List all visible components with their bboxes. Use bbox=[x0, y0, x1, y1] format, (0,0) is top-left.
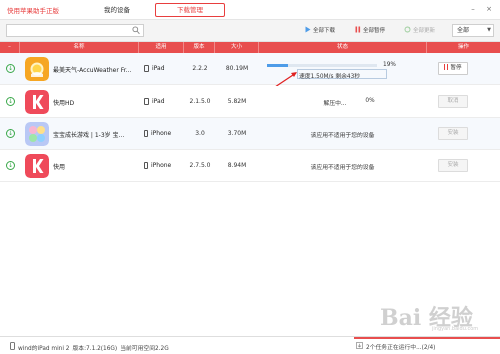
install-button[interactable]: 安装 bbox=[438, 127, 468, 140]
device-label: iPhone bbox=[151, 130, 172, 137]
table-row[interactable]: ↓ 最美天气-AccuWeather Fr... iPad 2.2.2 80.1… bbox=[0, 53, 500, 85]
header-version: 版本 bbox=[184, 42, 215, 53]
download-progress-fill bbox=[267, 64, 288, 67]
ipad-icon bbox=[144, 65, 149, 72]
close-button[interactable]: × bbox=[484, 4, 494, 14]
download-status-icon: ↓ bbox=[6, 129, 15, 138]
device-type: iPad bbox=[144, 65, 165, 72]
pause-button[interactable]: 暂停 bbox=[438, 62, 468, 75]
device-label: iPhone bbox=[151, 162, 172, 169]
download-progress-bar bbox=[267, 64, 377, 67]
watermark-url: jingyan.baidu.com bbox=[432, 326, 479, 332]
header-status: 状态 bbox=[259, 42, 427, 53]
header-action: 操作 bbox=[457, 44, 469, 50]
baby-game-app-icon bbox=[25, 122, 49, 146]
download-all-button[interactable]: 全部下载 bbox=[305, 26, 335, 36]
title-bar: 快用苹果助手正版 我的设备 下载管理 – × bbox=[0, 0, 500, 20]
table-row[interactable]: ↓ 宝宝成长游戏 | 1-3岁 宝... iPhone 3.0 3.70M 该应… bbox=[0, 118, 500, 150]
task-indicator-line bbox=[354, 337, 500, 339]
app-version: 2.2.2 bbox=[192, 65, 208, 72]
device-type: iPhone bbox=[144, 162, 171, 169]
iphone-icon bbox=[144, 162, 148, 169]
device-name: wind的iPad mini 2 bbox=[18, 345, 70, 352]
phone-icon bbox=[10, 342, 15, 352]
device-label: iPad bbox=[152, 98, 165, 105]
filter-select[interactable]: 全部 ▼ bbox=[452, 24, 494, 37]
cancel-button[interactable]: 取消 bbox=[438, 95, 468, 108]
status-text: 该应用不适用于您的设备 bbox=[310, 133, 375, 139]
refresh-icon bbox=[404, 26, 411, 37]
task-status[interactable]: 2个任务正在运行中...(2/4) bbox=[356, 342, 435, 351]
table-header: – 名称 适用 版本 大小 状态 操作 bbox=[0, 42, 500, 53]
app-name: 快用 bbox=[53, 164, 66, 171]
pause-icon bbox=[355, 26, 361, 37]
download-all-label: 全部下载 bbox=[313, 28, 336, 34]
search-icon[interactable] bbox=[132, 26, 140, 37]
tab-my-devices[interactable]: 我的设备 bbox=[99, 3, 135, 17]
app-size: 5.82M bbox=[227, 98, 247, 105]
device-label: iPad bbox=[152, 65, 165, 72]
filter-value: 全部 bbox=[457, 27, 470, 34]
status-text: 该应用不适用于您的设备 bbox=[310, 165, 375, 171]
update-all-label: 全部更新 bbox=[413, 28, 436, 34]
app-name: 宝宝成长游戏 | 1-3岁 宝... bbox=[53, 132, 125, 139]
pause-all-button[interactable]: 全部暂停 bbox=[355, 26, 385, 36]
chevron-down-icon: ▼ bbox=[487, 27, 491, 33]
toolbar: 全部下载 全部暂停 全部更新 全部 ▼ bbox=[0, 20, 500, 42]
weather-app-icon bbox=[25, 57, 49, 81]
iphone-icon bbox=[144, 130, 148, 137]
task-status-text: 2个任务正在运行中...(2/4) bbox=[366, 345, 436, 351]
app-size: 8.94M bbox=[227, 162, 247, 169]
update-all-button[interactable]: 全部更新 bbox=[404, 26, 435, 36]
header-size: 大小 bbox=[215, 42, 259, 53]
table-row[interactable]: ↓ 快用 iPhone 2.7.5.0 8.94M 该应用不适用于您的设备 安装 bbox=[0, 150, 500, 182]
header-device: 适用 bbox=[139, 42, 184, 53]
app-size: 3.70M bbox=[227, 130, 247, 137]
kuaiyong-app-icon bbox=[25, 154, 49, 178]
app-version: 2.1.5.0 bbox=[189, 98, 211, 105]
header-collapse[interactable]: – bbox=[0, 42, 20, 53]
download-speed: 速度1.50M/s 剩余43秒 bbox=[299, 74, 361, 80]
firmware-version: 版本:7.1.2(16G) bbox=[72, 345, 118, 352]
table-row[interactable]: ↓ 快用HD iPad 2.1.5.0 5.82M 解压中... 0% 取消 bbox=[0, 86, 500, 118]
pause-all-label: 全部暂停 bbox=[363, 28, 386, 34]
ipad-icon bbox=[144, 98, 149, 105]
play-icon bbox=[305, 26, 311, 37]
download-status-icon: ↓ bbox=[6, 64, 15, 73]
app-name: 快用HD bbox=[53, 100, 75, 107]
pause-label: 暂停 bbox=[450, 65, 462, 71]
device-type: iPad bbox=[144, 98, 165, 105]
search-input[interactable] bbox=[7, 25, 127, 36]
app-version: 2.7.5.0 bbox=[189, 162, 211, 169]
search-box bbox=[6, 24, 144, 37]
brand-logo: 快用苹果助手正版 bbox=[7, 7, 59, 15]
download-status-icon: ↓ bbox=[6, 161, 15, 170]
app-version: 3.0 bbox=[195, 130, 205, 137]
app-size: 80.19M bbox=[225, 65, 249, 72]
status-bar: wind的iPad mini 2 版本:7.1.2(16G) 当前可用空间2.2… bbox=[0, 336, 500, 354]
device-info: wind的iPad mini 2 版本:7.1.2(16G) 当前可用空间2.2… bbox=[10, 342, 169, 352]
task-icon bbox=[356, 342, 363, 351]
minimize-button[interactable]: – bbox=[468, 4, 478, 14]
kuaiyong-app-icon bbox=[25, 90, 49, 114]
download-percent: 19% bbox=[383, 62, 396, 68]
app-name: 最美天气-AccuWeather Fr... bbox=[53, 67, 132, 74]
status-percent: 0% bbox=[365, 98, 375, 104]
install-button[interactable]: 安装 bbox=[438, 159, 468, 172]
device-type: iPhone bbox=[144, 130, 171, 137]
pause-icon bbox=[444, 64, 449, 70]
app-window: 快用苹果助手正版 我的设备 下载管理 – × 全部下载 全部暂停 全部更新 全部… bbox=[0, 0, 500, 354]
header-name: 名称 bbox=[20, 42, 139, 53]
download-status-icon: ↓ bbox=[6, 97, 15, 106]
free-space: 当前可用空间2.2G bbox=[120, 345, 169, 352]
tab-download-manager[interactable]: 下载管理 bbox=[155, 3, 225, 17]
